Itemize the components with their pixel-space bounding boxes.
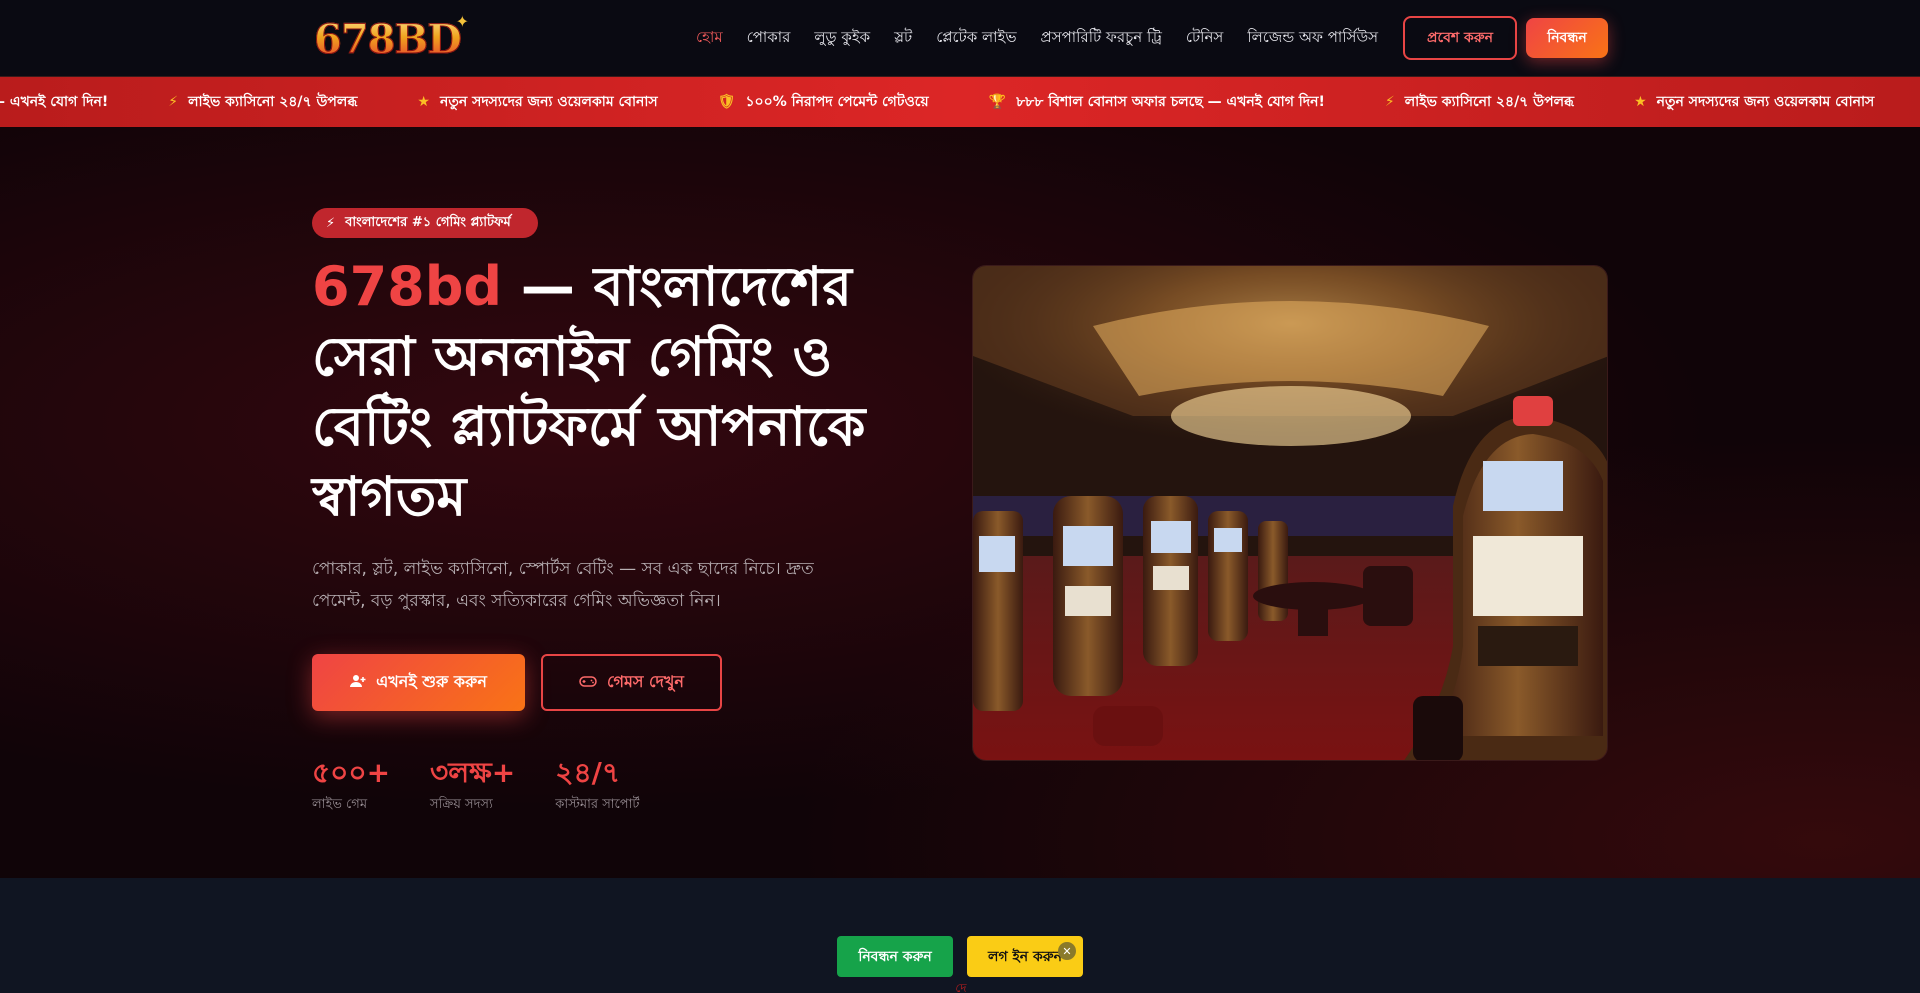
star-icon: ★	[1634, 94, 1647, 110]
bolt-icon: ⚡	[326, 215, 336, 231]
nav-item-home[interactable]: হোম	[696, 26, 723, 51]
announcement-ticker: 🏆 ৮৮৮ বিশাল বোনাস অফার চলছে — এখনই যোগ দ…	[0, 77, 1920, 127]
ticker-item: 🛡 ১০০% নিরাপদ পেমেন্ট গেটওয়ে	[718, 90, 929, 114]
lower-section	[0, 878, 1920, 993]
brand-logo[interactable]: 678BD ✦	[314, 12, 470, 64]
hero-title-brand: 678bd	[312, 255, 503, 318]
stat-value: ৩লক্ষ+	[430, 756, 516, 789]
main-nav: হোম পোকার লুডু কুইক স্লট প্লেটেক লাইভ প্…	[696, 26, 1378, 50]
register-button[interactable]: নিবন্ধন	[1526, 18, 1608, 58]
ticker-text: লাইভ ক্যাসিনো ২৪/৭ উপলব্ধ	[1404, 94, 1575, 110]
bolt-icon: ⚡	[168, 94, 179, 110]
sticky-register-button[interactable]: নিবন্ধন করুন	[837, 936, 953, 977]
trophy-icon: 🏆	[988, 94, 1007, 110]
ticker-text: লাইভ ক্যাসিনো ২৪/৭ উপলব্ধ	[188, 94, 358, 110]
ticker-item: ★ নতুন সদস্যদের জন্য ওয়েলকাম বোনাস	[417, 90, 657, 114]
stat-item: ২৪/৭ কাস্টমার সাপোর্ট	[555, 755, 639, 816]
user-plus-icon	[350, 673, 366, 692]
ticker-text: ৮৮৮ বিশাল বোনাস অফার চলছে — এখনই যোগ দিন…	[0, 94, 109, 110]
hero-subtitle: পোকার, স্লট, লাইভ ক্যাসিনো, স্পোর্টস বেট…	[312, 559, 814, 611]
gamepad-icon	[579, 673, 597, 692]
start-now-button[interactable]: এখনই শুরু করুন	[312, 654, 525, 711]
site-header: 678BD ✦ হোম পোকার লুডু কুইক স্লট প্লেটেক…	[0, 0, 1920, 77]
login-button[interactable]: প্রবেশ করুন	[1403, 16, 1517, 60]
ticker-text: ১০০% নিরাপদ পেমেন্ট গেটওয়ে	[745, 94, 929, 110]
hero-badge-text: বাংলাদেশের #১ গেমিং প্ল্যাটফর্ম	[345, 214, 511, 230]
close-icon[interactable]: ✕	[1058, 942, 1076, 960]
ticker-text: নতুন সদস্যদের জন্য ওয়েলকাম বোনাস	[439, 94, 658, 110]
stat-label: সক্রিয় সদস্য	[430, 797, 493, 812]
hero-title: 678bd — বাংলাদেশের সেরা অনলাইন গেমিং ও ব…	[312, 252, 912, 532]
ticker-item: ⚡ লাইভ ক্যাসিনো ২৪/৭ উপলব্ধ	[1385, 90, 1574, 114]
stat-label: কাস্টমার সাপোর্ট	[555, 797, 640, 812]
star-icon: ★	[417, 94, 430, 110]
stat-item: ৫০০+ লাইভ গেম	[312, 755, 390, 816]
view-games-label: গেমস দেখুন	[607, 672, 684, 691]
ticker-text: নতুন সদস্যদের জন্য ওয়েলকাম বোনাস	[1656, 94, 1875, 110]
bolt-icon: ⚡	[1384, 94, 1395, 110]
view-games-button[interactable]: গেমস দেখুন	[541, 654, 722, 711]
nav-item-ludo-quick[interactable]: লুডু কুইক	[814, 26, 870, 51]
stat-value: ৫০০+	[312, 756, 391, 789]
stat-value: ২৪/৭	[555, 756, 621, 789]
ticker-item: 🏆 ৮৮৮ বিশাল বোনাস অফার চলছে — এখনই যোগ দ…	[0, 90, 108, 114]
ticker-item: 🏆 ৮৮৮ বিশাল বোনাস অফার চলছে — এখনই যোগ দ…	[989, 90, 1325, 114]
shield-icon: 🛡	[717, 94, 736, 110]
ticker-item: ★ নতুন সদস্যদের জন্য ওয়েলকাম বোনাস	[1634, 90, 1874, 114]
nav-item-tennis[interactable]: টেনিস	[1186, 26, 1223, 51]
hero-casino-image	[972, 265, 1608, 761]
start-now-label: এখনই শুরু করুন	[376, 672, 487, 691]
stat-item: ৩লক্ষ+ সক্রিয় সদস্য	[430, 755, 515, 816]
hero-badge: ⚡ বাংলাদেশের #১ গেমিং প্ল্যাটফর্ম	[312, 208, 538, 238]
nav-item-playtech-live[interactable]: প্লেটেক লাইভ	[936, 26, 1016, 51]
nav-item-prosperity-fortune-tree[interactable]: প্রসপারিটি ফরচুন ট্রি	[1041, 26, 1162, 51]
ticker-track: 🏆 ৮৮৮ বিশাল বোনাস অফার চলছে — এখনই যোগ দ…	[0, 77, 1920, 127]
nav-item-slot[interactable]: স্লট	[894, 26, 912, 51]
stat-label: লাইভ গেম	[312, 797, 368, 812]
hero-stats: ৫০০+ লাইভ গেম ৩লক্ষ+ সক্রিয় সদস্য ২৪/৭ …	[312, 755, 639, 816]
hero-section	[0, 127, 1920, 878]
section-heading-peek: দে	[955, 981, 967, 993]
logo-text: 678BD	[314, 15, 463, 63]
ticker-item: ⚡ লাইভ ক্যাসিনো ২৪/৭ উপলব্ধ	[168, 90, 357, 114]
nav-item-poker[interactable]: পোকার	[747, 26, 791, 51]
nav-item-legend-of-perseus[interactable]: লিজেন্ড অফ পার্সিউস	[1247, 26, 1378, 51]
ticker-text: ৮৮৮ বিশাল বোনাস অফার চলছে — এখনই যোগ দিন…	[1016, 94, 1325, 110]
logo-star-icon: ✦	[455, 12, 469, 31]
